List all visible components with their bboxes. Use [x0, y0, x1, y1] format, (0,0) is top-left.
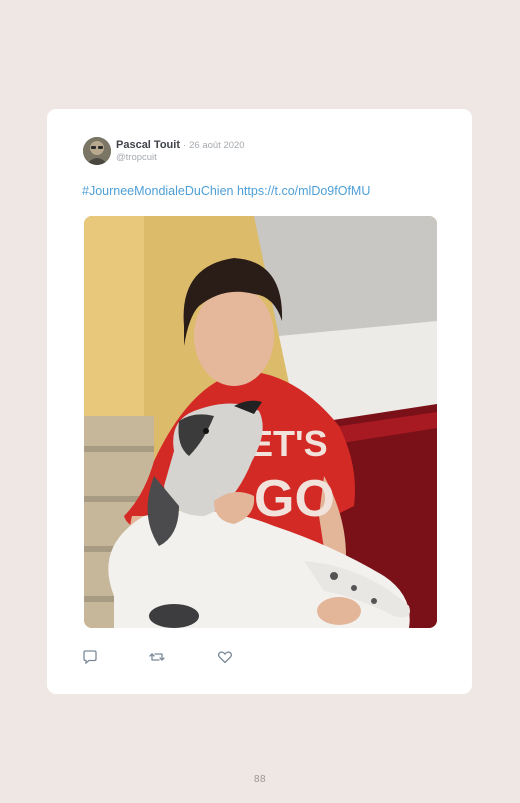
author-handle[interactable]: @tropcuit [116, 152, 157, 163]
reply-icon[interactable] [82, 649, 98, 665]
svg-text:GO: GO [254, 470, 335, 528]
tweet-actions [82, 649, 382, 665]
like-icon[interactable] [217, 649, 233, 665]
tweet-date[interactable]: 26 août 2020 [189, 140, 244, 151]
tweet-text: #JourneeMondialeDuChien https://t.co/mlD… [82, 184, 370, 198]
url-link[interactable]: https://t.co/mlDo9fOfMU [237, 184, 370, 198]
author-avatar[interactable] [83, 137, 111, 165]
date-separator: · [183, 140, 187, 150]
tweet-card: Pascal Touit · 26 août 2020 @tropcuit #J… [47, 109, 472, 694]
author-name[interactable]: Pascal Touit [116, 139, 180, 151]
author-line: Pascal Touit · 26 août 2020 [116, 139, 245, 151]
page-number: 88 [253, 774, 267, 785]
hashtag-link[interactable]: #JourneeMondialeDuChien [82, 184, 234, 198]
tweet-photo[interactable]: ET'S GO [84, 216, 437, 628]
retweet-icon[interactable] [149, 649, 165, 665]
